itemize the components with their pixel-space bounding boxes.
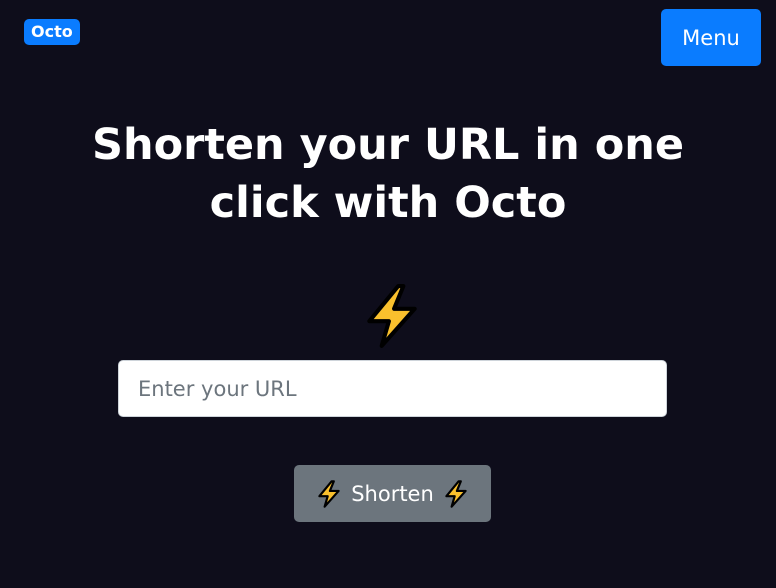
page: Octo Menu Shorten your URL in one click … — [0, 0, 776, 588]
lightning-bolt-icon — [445, 479, 467, 508]
page-title: Shorten your URL in one click with Octo — [91, 120, 685, 228]
menu-button[interactable]: Menu — [661, 9, 761, 66]
lightning-bolt-icon — [318, 479, 340, 508]
lightning-bolt-icon — [367, 284, 417, 348]
shorten-button[interactable]: Shorten — [294, 465, 491, 522]
shorten-button-label: Shorten — [351, 481, 434, 506]
url-input[interactable] — [118, 360, 667, 417]
brand-logo[interactable]: Octo — [24, 19, 80, 45]
